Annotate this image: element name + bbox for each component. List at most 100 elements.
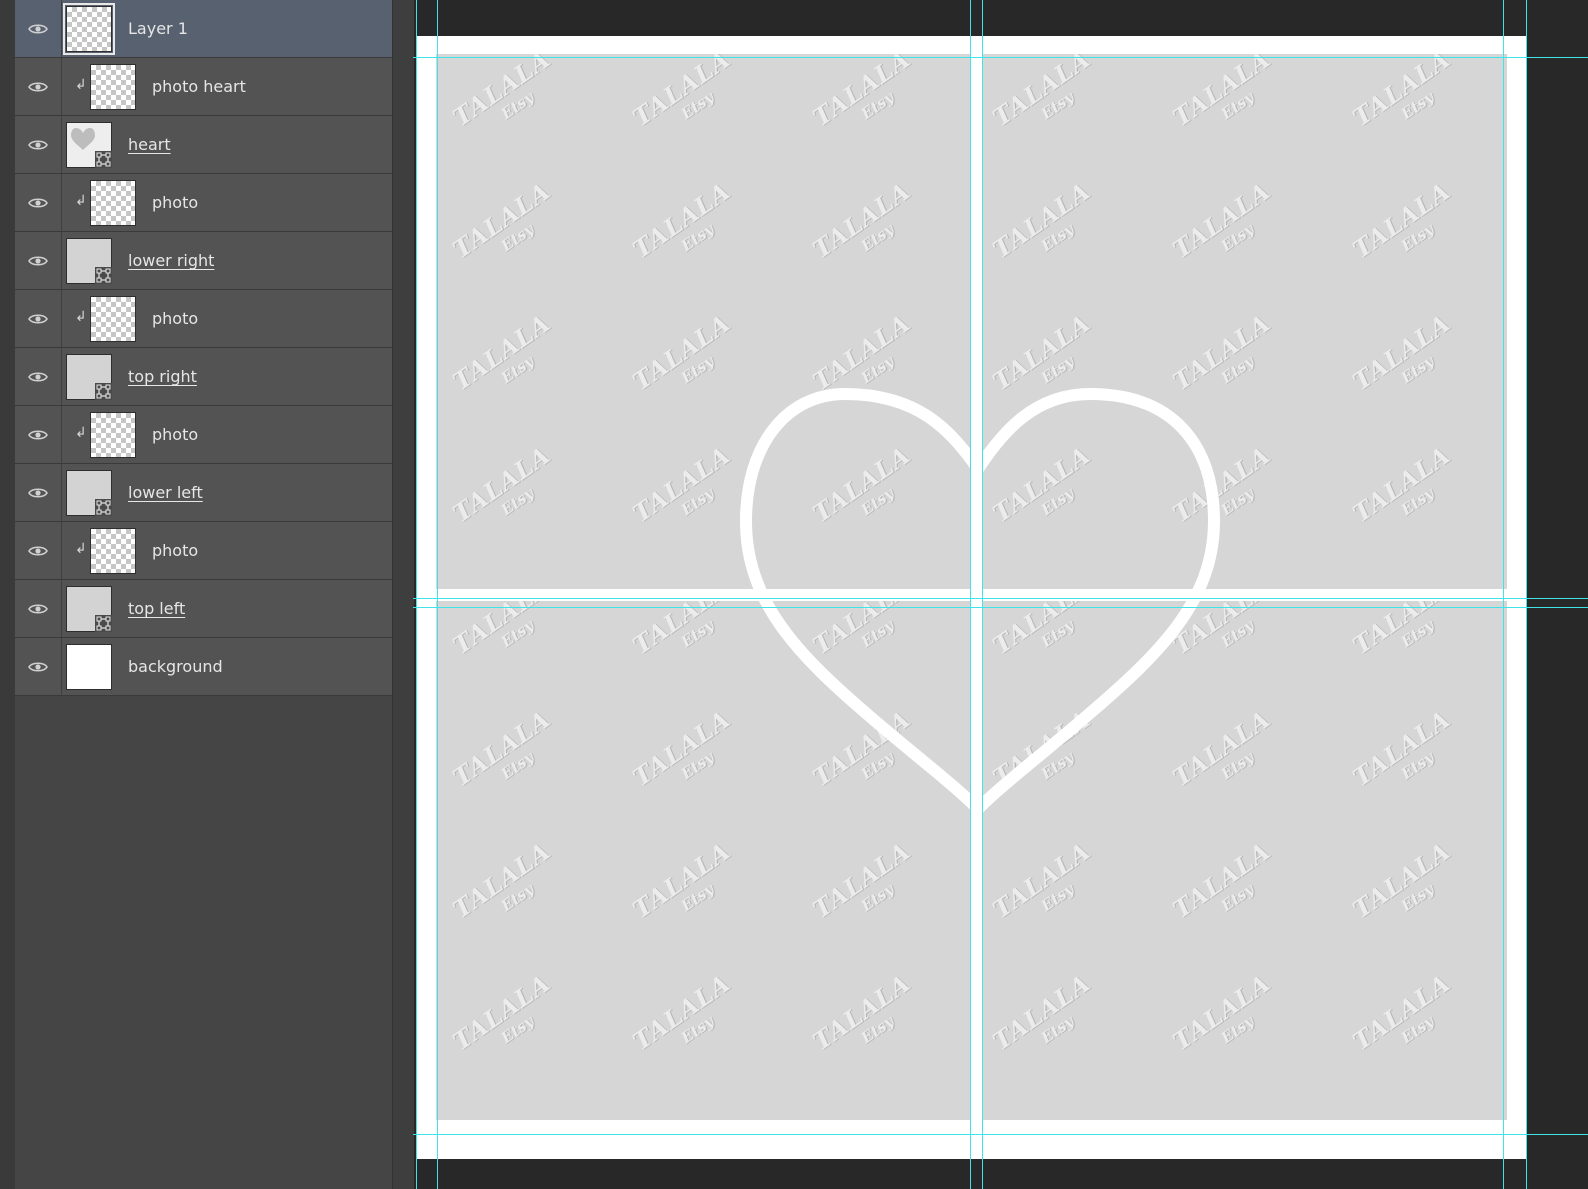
eye-icon[interactable] bbox=[28, 543, 48, 557]
layer-row[interactable]: heart bbox=[15, 116, 392, 174]
clipping-mask-icon: ↲ bbox=[75, 77, 87, 93]
layer-row[interactable]: top left bbox=[15, 580, 392, 638]
watermark: TALALA Etsy bbox=[807, 439, 916, 529]
visibility-toggle[interactable] bbox=[15, 522, 62, 579]
eye-icon[interactable] bbox=[28, 195, 48, 209]
layer-thumbnail[interactable] bbox=[66, 586, 112, 632]
watermark: TALALA Etsy bbox=[1167, 835, 1276, 925]
visibility-toggle[interactable] bbox=[15, 232, 62, 289]
eye-icon[interactable] bbox=[28, 485, 48, 499]
layers-scrollbar[interactable] bbox=[392, 0, 414, 1189]
layer-thumbnail[interactable] bbox=[66, 470, 112, 516]
placeholder-top-left[interactable]: TALALA Etsy TALALA Etsy TALALA Etsy TALALA Etsy… bbox=[436, 54, 971, 589]
watermark: TALALA Etsy bbox=[807, 307, 916, 397]
clipping-mask-icon: ↲ bbox=[75, 541, 87, 557]
guide-horizontal bbox=[413, 607, 1588, 608]
watermark: TALALA Etsy bbox=[447, 439, 556, 529]
layer-row[interactable]: ↲ photo bbox=[15, 290, 392, 348]
vector-shape-icon bbox=[95, 383, 112, 400]
layer-name[interactable]: photo bbox=[152, 290, 198, 348]
watermark: TALALA Etsy bbox=[447, 54, 556, 133]
layer-row[interactable]: ↲ photo bbox=[15, 522, 392, 580]
clipping-mask-icon: ↲ bbox=[75, 425, 87, 441]
layer-thumbnail[interactable] bbox=[66, 122, 112, 168]
layer-row[interactable]: Layer 1 bbox=[15, 0, 392, 58]
layer-thumbnail[interactable] bbox=[66, 644, 112, 690]
eye-icon[interactable] bbox=[28, 21, 48, 35]
eye-icon[interactable] bbox=[28, 369, 48, 383]
placeholder-lower-left[interactable]: TALALA Etsy TALALA Etsy TALALA Etsy TALALA Etsy… bbox=[436, 601, 971, 1120]
guide-vertical bbox=[1503, 0, 1504, 1189]
watermark: TALALA Etsy bbox=[1167, 601, 1276, 661]
watermark: TALALA Etsy bbox=[627, 601, 736, 661]
watermark: TALALA Etsy bbox=[627, 835, 736, 925]
clipping-mask-icon: ↲ bbox=[75, 193, 87, 209]
watermark: TALALA Etsy bbox=[807, 835, 916, 925]
placeholder-top-right[interactable]: TALALA Etsy TALALA Etsy TALALA Etsy TALALA Etsy… bbox=[983, 54, 1507, 589]
watermark: TALALA Etsy bbox=[987, 703, 1096, 793]
eye-icon[interactable] bbox=[28, 601, 48, 615]
layer-name[interactable]: top left bbox=[128, 580, 185, 638]
guide-vertical bbox=[1526, 0, 1527, 1189]
visibility-toggle[interactable] bbox=[15, 290, 62, 347]
vector-shape-icon bbox=[95, 615, 112, 632]
guide-horizontal bbox=[413, 598, 1588, 599]
layer-name[interactable]: photo bbox=[152, 174, 198, 232]
visibility-toggle[interactable] bbox=[15, 464, 62, 521]
layer-row[interactable]: top right bbox=[15, 348, 392, 406]
layer-thumbnail[interactable] bbox=[66, 354, 112, 400]
visibility-toggle[interactable] bbox=[15, 174, 62, 231]
watermark: TALALA Etsy bbox=[447, 601, 556, 661]
canvas-area[interactable]: TALALA Etsy TALALA Etsy TALALA Etsy TALALA Etsy… bbox=[413, 0, 1588, 1189]
layer-name[interactable]: lower right bbox=[128, 232, 214, 290]
layer-name[interactable]: heart bbox=[128, 116, 171, 174]
eye-icon[interactable] bbox=[28, 311, 48, 325]
layer-name[interactable]: lower left bbox=[128, 464, 203, 522]
layer-thumbnail[interactable] bbox=[90, 296, 136, 342]
layer-thumbnail[interactable] bbox=[90, 412, 136, 458]
layer-name[interactable]: photo heart bbox=[152, 58, 246, 116]
eye-icon[interactable] bbox=[28, 79, 48, 93]
layer-row[interactable]: ↲ photo heart bbox=[15, 58, 392, 116]
layer-row[interactable]: ↲ photo bbox=[15, 406, 392, 464]
layer-thumbnail[interactable] bbox=[66, 238, 112, 284]
layer-name[interactable]: photo bbox=[152, 522, 198, 580]
layer-name[interactable]: top right bbox=[128, 348, 197, 406]
eye-icon[interactable] bbox=[28, 137, 48, 151]
eye-icon[interactable] bbox=[28, 427, 48, 441]
watermark: TALALA Etsy bbox=[627, 307, 736, 397]
watermark: TALALA Etsy bbox=[807, 175, 916, 265]
watermark: TALALA Etsy bbox=[1347, 175, 1456, 265]
visibility-toggle[interactable] bbox=[15, 58, 62, 115]
layer-name[interactable]: Layer 1 bbox=[128, 0, 188, 58]
visibility-toggle[interactable] bbox=[15, 638, 62, 695]
watermark: TALALA Etsy bbox=[1347, 54, 1456, 133]
guide-vertical bbox=[437, 0, 438, 1189]
watermark: TALALA Etsy bbox=[807, 54, 916, 133]
visibility-toggle[interactable] bbox=[15, 406, 62, 463]
layer-row[interactable]: lower right bbox=[15, 232, 392, 290]
layer-row[interactable]: ↲ photo bbox=[15, 174, 392, 232]
layer-row[interactable]: background bbox=[15, 638, 392, 696]
watermark: TALALA Etsy bbox=[1167, 967, 1276, 1057]
eye-icon[interactable] bbox=[28, 659, 48, 673]
guide-vertical bbox=[416, 0, 417, 1189]
layers-panel: Layer 1 ↲ photo heart heart ↲ photo lower righ… bbox=[0, 0, 414, 1189]
layer-list: Layer 1 ↲ photo heart heart ↲ photo lower righ… bbox=[15, 0, 392, 696]
visibility-toggle[interactable] bbox=[15, 116, 62, 173]
watermark: TALALA Etsy bbox=[1167, 439, 1276, 529]
layer-row[interactable]: lower left bbox=[15, 464, 392, 522]
layer-thumbnail[interactable] bbox=[90, 180, 136, 226]
layer-name[interactable]: photo bbox=[152, 406, 198, 464]
layer-thumbnail[interactable] bbox=[63, 3, 115, 55]
eye-icon[interactable] bbox=[28, 253, 48, 267]
visibility-toggle[interactable] bbox=[15, 580, 62, 637]
visibility-toggle[interactable] bbox=[15, 0, 62, 57]
visibility-toggle[interactable] bbox=[15, 348, 62, 405]
placeholder-lower-right[interactable]: TALALA Etsy TALALA Etsy TALALA Etsy TALALA Etsy… bbox=[983, 601, 1507, 1120]
layer-thumbnail[interactable] bbox=[90, 64, 136, 110]
watermark: TALALA Etsy bbox=[1347, 703, 1456, 793]
watermark: TALALA Etsy bbox=[987, 601, 1096, 661]
layer-thumbnail[interactable] bbox=[90, 528, 136, 574]
layer-name[interactable]: background bbox=[128, 638, 223, 696]
